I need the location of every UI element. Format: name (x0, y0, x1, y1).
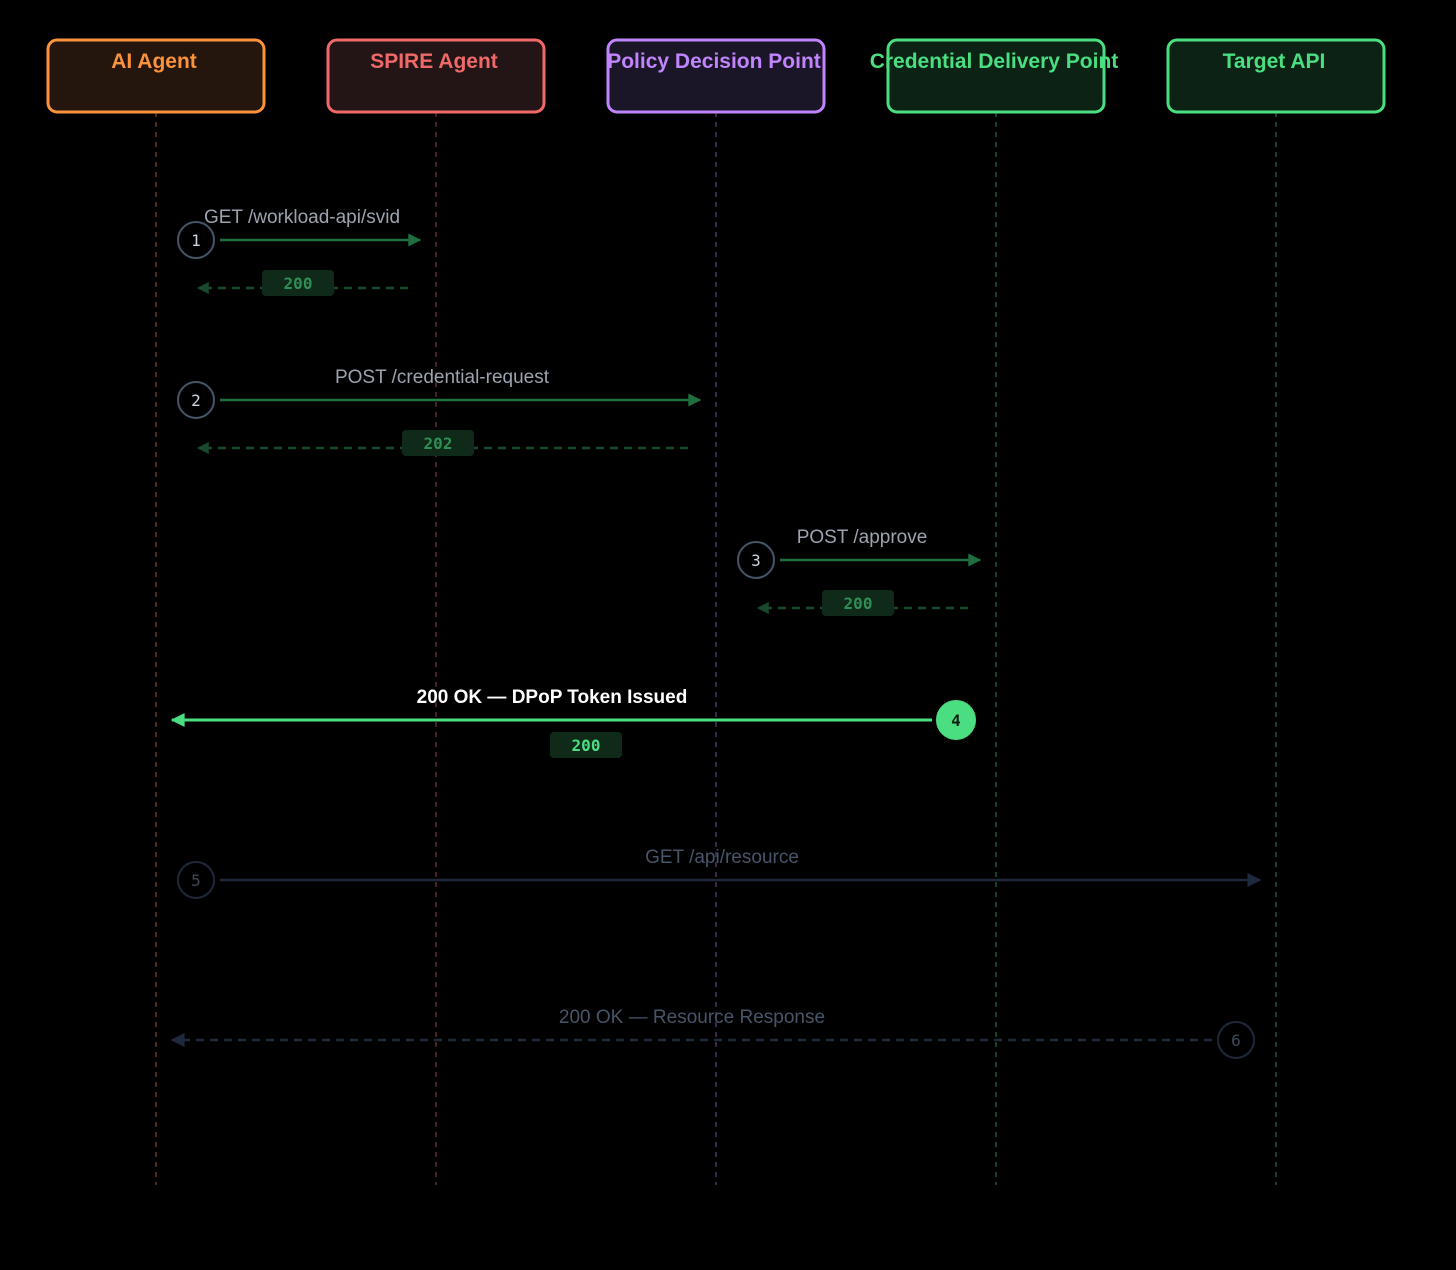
status-code-4: 200 (572, 736, 601, 755)
status-code-2: 202 (424, 434, 453, 453)
step-3[interactable]: 3 POST /approve 200 (737, 527, 982, 616)
status-code-1: 200 (284, 274, 313, 293)
step-1[interactable]: 1GET /workload-api/svid 200 (177, 207, 422, 296)
actor-ai[interactable]: AI Agent (46, 38, 266, 114)
actor-pdp[interactable]: Policy Decision Point (606, 38, 826, 114)
status-code-3: 200 (844, 594, 873, 613)
step-6[interactable]: 6 200 OK — Resource Response (170, 1007, 1255, 1059)
actor-label-api: Target API (1223, 50, 1326, 73)
message-label-2: POST /credential-request (335, 367, 550, 388)
step-2[interactable]: 2 POST /credential-request 202 (177, 367, 702, 456)
message-label-3: POST /approve (797, 527, 928, 548)
sequence-diagram: AI Agent SPIRE Agent Policy Decision Point… (46, 38, 1386, 1185)
step-number-5: 5 (191, 871, 201, 890)
step-number-1: 1 (191, 231, 201, 250)
actor-cdp[interactable]: Credential Delivery Point (870, 38, 1119, 114)
step-number-4: 4 (951, 711, 961, 730)
message-label-6: 200 OK — Resource Response (559, 1007, 825, 1028)
message-label-5: GET /api/resource (645, 847, 799, 868)
actor-label-ai: AI Agent (111, 50, 197, 73)
step-number-2: 2 (191, 391, 201, 410)
step-number-6: 6 (1231, 1031, 1241, 1050)
actor-spire[interactable]: SPIRE Agent (326, 38, 546, 114)
message-label-1: GET /workload-api/svid (204, 207, 400, 228)
step-5[interactable]: 5 GET /api/resource (177, 847, 1262, 899)
step-4[interactable]: 4 200 OK — DPoP Token Issued 200 (170, 687, 976, 758)
actor-api[interactable]: Target API (1166, 38, 1386, 114)
actor-label-cdp: Credential Delivery Point (870, 50, 1119, 73)
actor-label-spire: SPIRE Agent (370, 50, 498, 73)
message-label-4: 200 OK — DPoP Token Issued (417, 687, 688, 708)
actor-label-pdp: Policy Decision Point (607, 50, 821, 73)
step-number-3: 3 (751, 551, 761, 570)
